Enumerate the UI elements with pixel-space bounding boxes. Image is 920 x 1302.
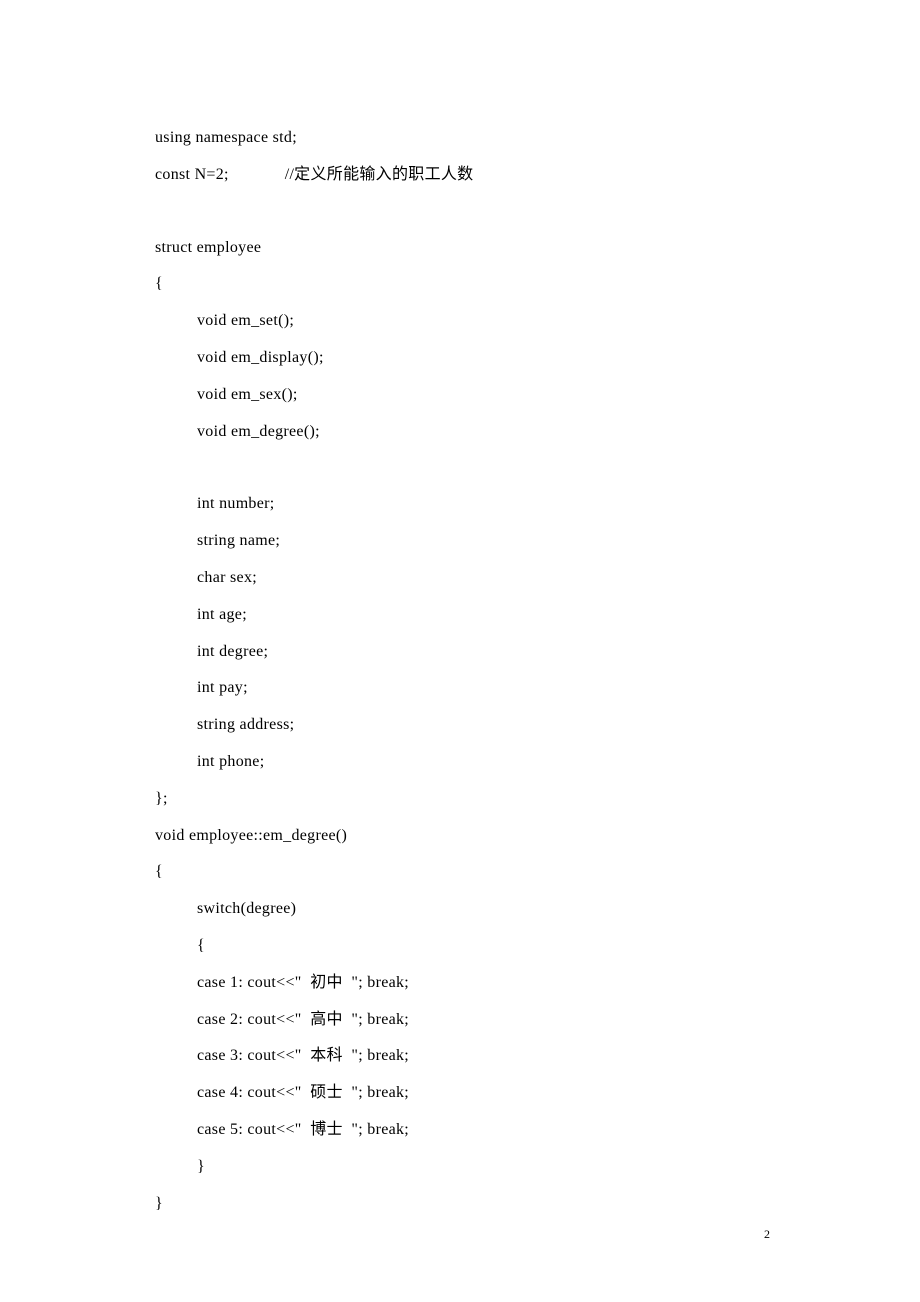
- code-line: switch(degree): [155, 891, 770, 928]
- code-line: using namespace std;: [155, 120, 770, 157]
- code-line: }: [155, 1149, 770, 1186]
- code-line: char sex;: [155, 560, 770, 597]
- code-line: };: [155, 781, 770, 818]
- code-line: string address;: [155, 707, 770, 744]
- code-line: void em_degree();: [155, 414, 770, 451]
- code-line: case 4: cout<<" 硕士 "; break;: [155, 1075, 770, 1112]
- code-line: case 3: cout<<" 本科 "; break;: [155, 1038, 770, 1075]
- code-line: const N=2; //定义所能输入的职工人数: [155, 157, 770, 194]
- code-line: case 2: cout<<" 高中 "; break;: [155, 1002, 770, 1039]
- blank-line: [155, 194, 770, 230]
- code-line: int age;: [155, 597, 770, 634]
- document-page: using namespace std; const N=2; //定义所能输入…: [0, 0, 920, 1282]
- code-line: int pay;: [155, 670, 770, 707]
- code-line: void em_sex();: [155, 377, 770, 414]
- code-line: case 5: cout<<" 博士 "; break;: [155, 1112, 770, 1149]
- blank-line: [155, 450, 770, 486]
- code-line: void em_display();: [155, 340, 770, 377]
- code-line: {: [155, 266, 770, 303]
- code-line: {: [155, 928, 770, 965]
- code-line: void employee::em_degree(): [155, 818, 770, 855]
- code-line: case 1: cout<<" 初中 "; break;: [155, 965, 770, 1002]
- page-number: 2: [764, 1227, 770, 1242]
- code-line: int number;: [155, 486, 770, 523]
- code-line: struct employee: [155, 230, 770, 267]
- code-line: }: [155, 1186, 770, 1223]
- code-line: int phone;: [155, 744, 770, 781]
- code-line: {: [155, 854, 770, 891]
- code-line: string name;: [155, 523, 770, 560]
- code-line: void em_set();: [155, 303, 770, 340]
- code-line: int degree;: [155, 634, 770, 671]
